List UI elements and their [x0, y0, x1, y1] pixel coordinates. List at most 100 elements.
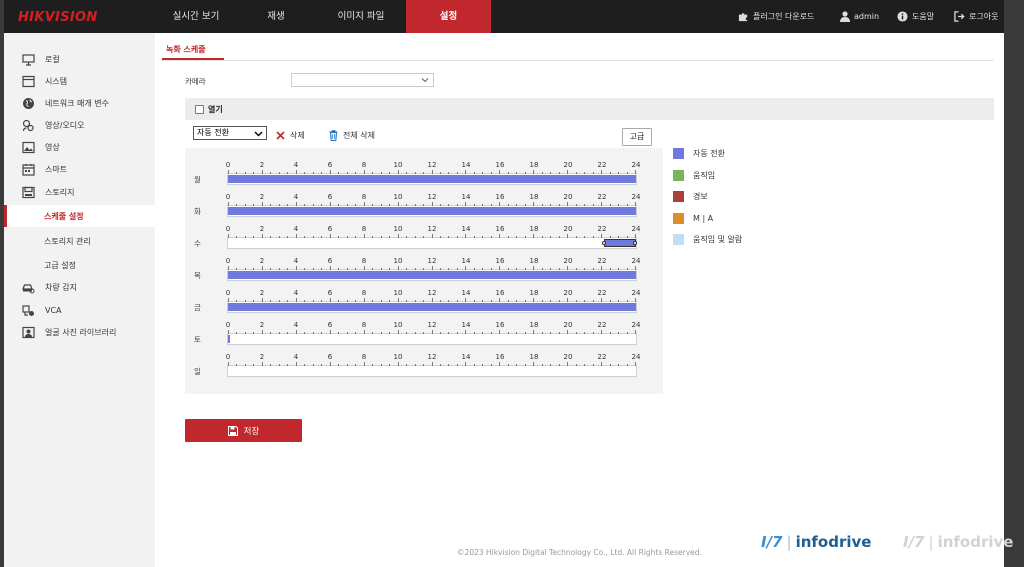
- tab-record-schedule[interactable]: 녹화 스케줄: [166, 44, 206, 55]
- hour-tick-mark: [507, 172, 509, 174]
- tab-playback[interactable]: 재생: [236, 0, 316, 33]
- advanced-button[interactable]: 고급: [622, 128, 652, 146]
- hour-tick-mark: [389, 300, 391, 302]
- day-schedule-track[interactable]: [227, 202, 637, 217]
- day-schedule-track[interactable]: [227, 266, 637, 281]
- day-schedule-track[interactable]: [227, 234, 637, 249]
- logout-link[interactable]: 로그아웃: [954, 0, 998, 33]
- delete-button[interactable]: 삭제: [276, 130, 305, 141]
- sidebar-item-storage[interactable]: 스토리지: [4, 181, 155, 203]
- hour-tick-mark: [473, 172, 475, 174]
- hour-tick-mark: [635, 234, 636, 238]
- sidebar-item-system[interactable]: 시스템: [4, 70, 155, 92]
- hour-tick-mark: [626, 332, 628, 334]
- user-menu[interactable]: admin: [840, 0, 879, 33]
- camera-select[interactable]: [291, 73, 434, 87]
- delete-all-button[interactable]: 전체 삭제: [329, 130, 375, 141]
- hour-tick-mark: [414, 204, 416, 206]
- legend-item[interactable]: M | A: [673, 212, 713, 224]
- schedule-segment[interactable]: [228, 271, 636, 279]
- legend-item[interactable]: 경보: [673, 191, 708, 202]
- sidebar-item-video-audio[interactable]: 영상/오디오: [4, 114, 155, 136]
- day-schedule-track[interactable]: [227, 170, 637, 185]
- hour-tick-mark: [253, 332, 255, 334]
- hour-tick-mark: [244, 300, 246, 302]
- hour-tick-label: 10: [393, 193, 403, 201]
- hour-tick-mark: [236, 236, 238, 238]
- hour-tick-mark: [584, 268, 586, 270]
- hour-tick-label: 22: [597, 257, 607, 265]
- sidebar-item-face-library[interactable]: 얼굴 사진 라이브러리: [4, 321, 155, 343]
- day-schedule-track[interactable]: [227, 298, 637, 313]
- hour-tick-mark: [499, 362, 501, 366]
- sidebar-item-smart[interactable]: 스마트: [4, 158, 155, 180]
- hour-tick-label: 2: [259, 289, 265, 297]
- hour-tick-mark: [338, 332, 340, 334]
- legend-label: 자동 전환: [693, 149, 725, 158]
- watermark-separator: |: [786, 533, 792, 551]
- hour-tick-mark: [406, 364, 408, 366]
- hour-tick-mark: [626, 172, 628, 174]
- day-schedule-track[interactable]: [227, 362, 637, 377]
- legend-item[interactable]: 자동 전환: [673, 148, 725, 159]
- schedule-segment[interactable]: [228, 207, 636, 215]
- hour-tick-mark: [346, 236, 348, 238]
- segment-resize-handle[interactable]: [633, 241, 637, 245]
- tab-picture[interactable]: 이미지 파일: [316, 0, 406, 33]
- sidebar-item-local[interactable]: 로컬: [4, 48, 155, 70]
- sidebar-item-vca[interactable]: VCA: [4, 299, 155, 321]
- hour-tick-mark: [490, 300, 492, 302]
- sidebar-item-label: 스마트: [45, 164, 68, 174]
- hour-tick-mark: [338, 364, 340, 366]
- hour-tick-mark: [635, 298, 636, 302]
- day-label: 수: [194, 239, 201, 248]
- hour-tick-label: 14: [461, 353, 471, 361]
- hour-tick-mark: [338, 204, 340, 206]
- schedule-segment[interactable]: [228, 303, 636, 311]
- segment-resize-handle[interactable]: [601, 241, 606, 245]
- sidebar-item-vehicle-detection[interactable]: 차량 감지: [4, 276, 155, 298]
- hour-tick-mark: [592, 300, 594, 302]
- sidebar-item-label: 고급 설정: [44, 260, 76, 270]
- hour-tick-mark: [533, 330, 535, 334]
- hour-tick-mark: [456, 268, 458, 270]
- hour-tick-mark: [423, 332, 425, 334]
- copyright-text: ©2023 Hikvision Digital Technology Co., …: [457, 548, 702, 557]
- legend-item[interactable]: 움직임: [673, 169, 715, 181]
- hour-tick-mark: [295, 170, 297, 174]
- tab-live-view[interactable]: 실시간 보기: [156, 0, 236, 33]
- record-mode-select[interactable]: 자동 전환: [193, 126, 267, 140]
- schedule-segment[interactable]: [228, 175, 636, 183]
- hour-tick-mark: [329, 202, 331, 206]
- hour-tick-label: 14: [461, 321, 471, 329]
- hour-tick-label: 24: [631, 161, 641, 169]
- sidebar-item-image[interactable]: 영상: [4, 136, 155, 158]
- sidebar-item-storage-management[interactable]: 스토리지 관리: [4, 230, 155, 252]
- hour-tick-mark: [448, 236, 450, 238]
- hour-tick-mark: [380, 268, 382, 270]
- hour-tick-label: 10: [393, 161, 403, 169]
- sidebar-item-advanced-settings[interactable]: 고급 설정: [4, 254, 155, 276]
- hour-tick-mark: [295, 202, 297, 206]
- sidebar-item-network[interactable]: 네트워크 매개 변수: [4, 92, 155, 114]
- hour-tick-mark: [414, 332, 416, 334]
- schedule-segment[interactable]: [228, 335, 230, 343]
- sidebar-item-schedule-settings[interactable]: 스케줄 설정: [4, 205, 155, 227]
- hour-tick-mark: [499, 234, 501, 238]
- tab-configuration[interactable]: 설정: [406, 0, 491, 33]
- help-link[interactable]: 도움말: [897, 0, 934, 33]
- day-schedule-track[interactable]: [227, 330, 637, 345]
- schedule-segment[interactable]: [603, 239, 636, 247]
- plugin-download-link[interactable]: 플러그인 다운로드: [738, 0, 814, 33]
- hour-tick-mark: [609, 172, 611, 174]
- hour-tick-label: 2: [259, 353, 265, 361]
- hour-tick-label: 20: [563, 321, 573, 329]
- logout-icon: [954, 11, 965, 22]
- hour-tick-label: 22: [597, 321, 607, 329]
- hour-tick-mark: [355, 268, 357, 270]
- legend-label: 경보: [693, 192, 708, 201]
- legend-item[interactable]: 움직임 및 알람: [673, 234, 742, 245]
- enable-checkbox[interactable]: [195, 105, 204, 114]
- save-button[interactable]: 저장: [185, 419, 302, 442]
- hour-tick-mark: [507, 236, 509, 238]
